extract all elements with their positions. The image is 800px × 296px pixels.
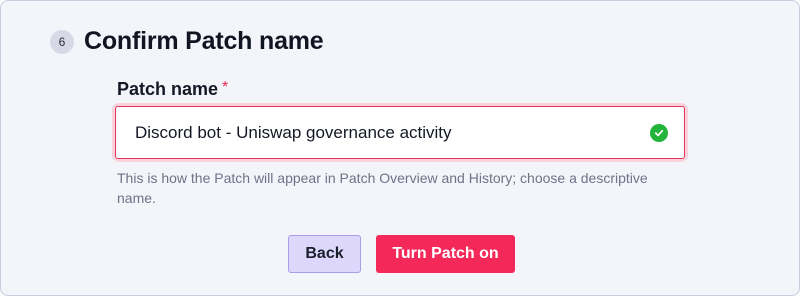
check-circle-icon (650, 123, 668, 142)
step-header: 6 Confirm Patch name (50, 27, 324, 56)
confirm-patch-name-panel: 6 Confirm Patch name Patch name * Discord… (0, 0, 800, 296)
patch-name-input[interactable]: Discord bot - Uniswap governance activit… (115, 106, 685, 159)
patch-name-helper-text: This is how the Patch will appear in Pat… (117, 170, 648, 206)
required-marker: * (222, 79, 229, 96)
turn-patch-on-button[interactable]: Turn Patch on (376, 235, 515, 273)
patch-name-field-wrapper: Discord bot - Uniswap governance activit… (115, 106, 685, 159)
patch-name-label: Patch name * (117, 79, 228, 100)
back-button[interactable]: Back (288, 235, 361, 273)
step-number-badge: 6 (50, 29, 74, 54)
step-title: Confirm Patch name (84, 27, 324, 55)
patch-name-input-value[interactable]: Discord bot - Uniswap governance activit… (135, 123, 650, 143)
patch-name-label-text: Patch name (117, 79, 219, 99)
